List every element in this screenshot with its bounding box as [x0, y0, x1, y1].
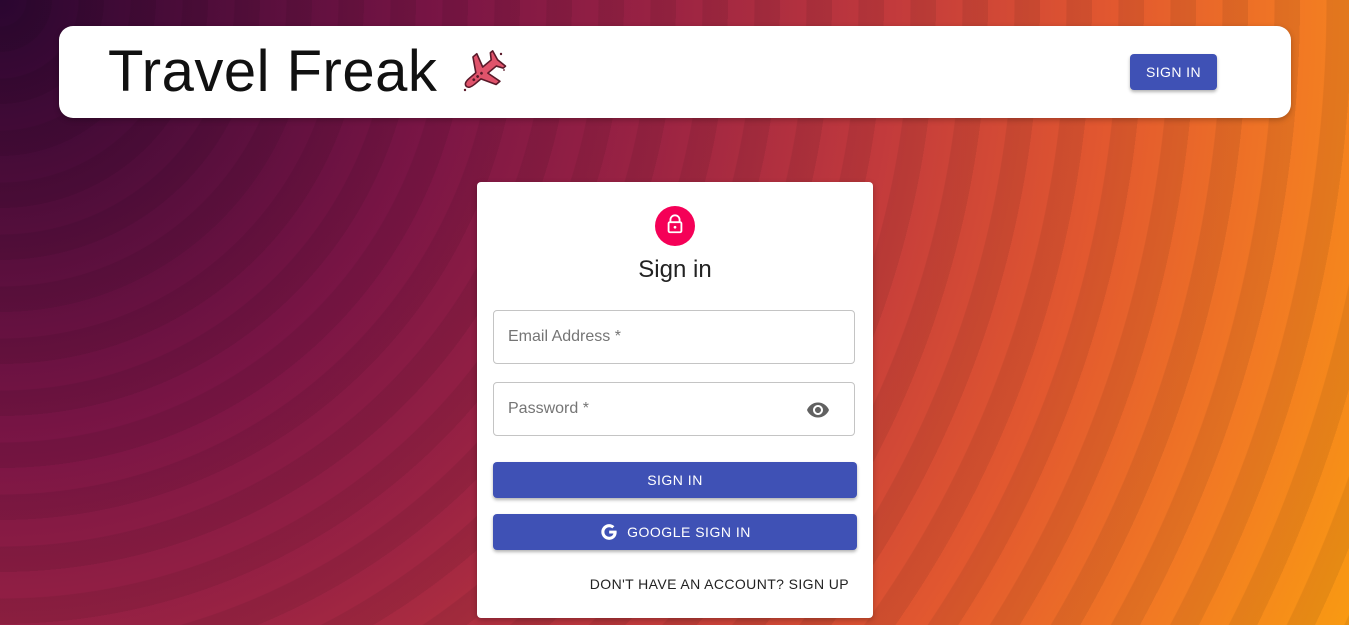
signin-button[interactable]: SIGN IN	[493, 462, 857, 498]
signin-title: Sign in	[638, 256, 712, 283]
header-signin-button[interactable]: SIGN IN	[1130, 54, 1217, 90]
google-signin-button[interactable]: GOOGLE SIGN IN	[493, 514, 857, 550]
password-field-container	[493, 382, 855, 436]
lock-avatar	[655, 206, 695, 246]
google-icon	[599, 522, 619, 542]
signup-link[interactable]: DON'T HAVE AN ACCOUNT? SIGN UP	[590, 576, 849, 592]
lock-icon	[664, 213, 686, 240]
google-button-label: GOOGLE SIGN IN	[627, 524, 751, 540]
eye-icon[interactable]	[806, 398, 830, 422]
signin-button-label: SIGN IN	[647, 472, 703, 488]
signin-card: Sign in SIGN IN GOOGLE SIGN IN DON'T HAV…	[477, 182, 873, 618]
app-bar: Travel Freak SIGN IN	[59, 26, 1291, 118]
airplane-icon	[457, 46, 509, 98]
password-input[interactable]	[494, 383, 854, 435]
brand: Travel Freak	[108, 40, 509, 104]
email-field-container	[493, 310, 855, 364]
email-input[interactable]	[494, 311, 854, 363]
app-title: Travel Freak	[108, 39, 438, 104]
